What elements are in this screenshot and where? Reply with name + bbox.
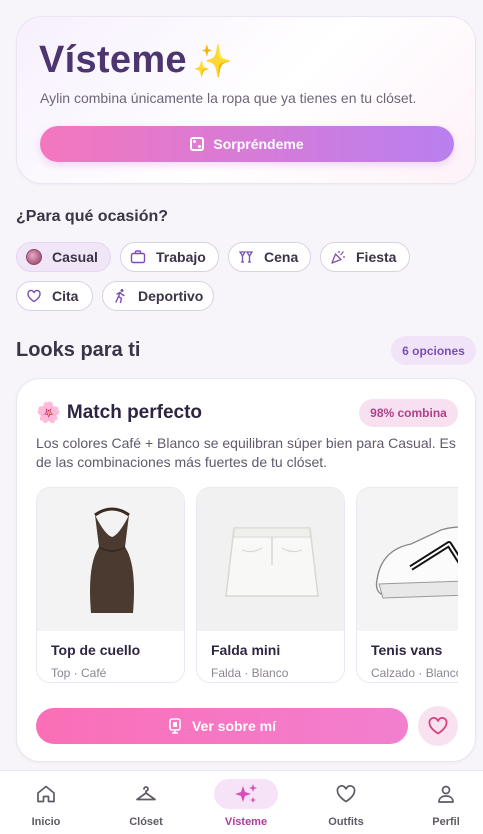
occasion-chip-casual[interactable]: Casual [16, 242, 111, 272]
nav-icon-wrap [114, 779, 178, 809]
nav-icon-wrap [214, 779, 278, 809]
hero-title-text: Vísteme [39, 39, 187, 81]
nav-item-inicio[interactable]: Inicio [0, 771, 94, 834]
nav-icon-wrap [414, 779, 478, 809]
nav-label: Outfits [328, 816, 364, 828]
hero-title: Vísteme ✨ [39, 39, 233, 82]
nav-label: Clóset [129, 816, 163, 828]
item-meta: Calzado · Blanco [371, 666, 458, 680]
chip-label: Cita [52, 288, 79, 304]
running-icon [115, 289, 125, 304]
occasion-chip-deportivo[interactable]: Deportivo [102, 281, 214, 311]
hanger-icon [136, 786, 156, 801]
nav-item-outfits[interactable]: Outfits [298, 771, 394, 834]
heart-icon [336, 785, 356, 803]
chip-label: Deportivo [138, 288, 204, 304]
outfit-item[interactable]: Tenis vans Calzado · Blanco [356, 487, 458, 683]
item-name: Tenis vans [371, 642, 443, 658]
nav-item-perfil[interactable]: Perfil [398, 771, 483, 834]
surprise-me-button[interactable]: Sorpréndeme [40, 126, 454, 162]
occasion-chip-cita[interactable]: Cita [16, 281, 93, 311]
item-meta: Top · Café [51, 666, 107, 680]
hero-subtitle: Aylin combina únicamente la ropa que ya … [40, 90, 417, 106]
chip-label: Fiesta [356, 249, 397, 265]
options-count-badge: 6 opciones [391, 336, 476, 365]
occasion-chip-trabajo[interactable]: Trabajo [120, 242, 219, 272]
sparkles-icon [235, 784, 257, 803]
outfit-item[interactable]: Top de cuello Top · Café [36, 487, 185, 683]
hero-card: Vísteme ✨ Aylin combina únicamente la rop… [16, 16, 476, 184]
bottom-navigation: Inicio Clóset Vísteme Outfits Perfil [0, 770, 483, 834]
dinner-icon [238, 251, 254, 263]
nav-icon-wrap [14, 779, 78, 809]
card-title-text: Match perfecto [66, 401, 203, 423]
outfit-card[interactable]: 🌸 Match perfecto 98% combina Los colores… [16, 378, 476, 762]
nav-label: Inicio [31, 816, 61, 828]
card-title: 🌸 Match perfecto [36, 400, 202, 425]
item-meta: Falda · Blanco [211, 666, 289, 680]
flower-icon: 🌸 [36, 402, 61, 424]
try-on-label: Ver sobre mí [191, 718, 277, 734]
casual-dot-icon [26, 249, 42, 265]
chip-label: Casual [52, 249, 98, 265]
chip-label: Cena [264, 249, 299, 265]
dice-icon [190, 137, 205, 151]
skirt-image [197, 488, 344, 631]
home-icon [37, 785, 55, 803]
favorite-button[interactable] [418, 706, 458, 746]
nav-label: Perfil [432, 816, 460, 828]
looks-title: Looks para ti [16, 339, 141, 361]
nav-item-closet[interactable]: Clóset [98, 771, 194, 834]
party-popper-icon [331, 251, 345, 264]
nav-label: Vísteme [224, 816, 268, 828]
sparkle-icon: ✨ [192, 43, 234, 79]
top-image [37, 488, 184, 631]
try-on-button[interactable]: Ver sobre mí [36, 708, 408, 744]
outfit-items-carousel[interactable]: Top de cuello Top · Café Falda mini Fald… [36, 487, 458, 683]
card-description: Los colores Café + Blanco se equilibran … [36, 435, 456, 470]
nav-icon-wrap [314, 779, 378, 809]
person-icon [438, 785, 454, 803]
nav-item-visteme[interactable]: Vísteme [198, 771, 294, 834]
occasion-question: ¿Para qué ocasión? [16, 208, 169, 225]
heart-icon [428, 717, 448, 735]
occasion-chip-fiesta[interactable]: Fiesta [320, 242, 410, 272]
outfit-item[interactable]: Falda mini Falda · Blanco [196, 487, 345, 683]
briefcase-icon [130, 250, 146, 264]
mirror-icon [169, 718, 181, 734]
heart-icon [27, 289, 41, 303]
item-name: Falda mini [211, 642, 281, 658]
occasion-chip-cena[interactable]: Cena [228, 242, 311, 272]
sneaker-image [357, 488, 458, 631]
match-score-badge: 98% combina [359, 399, 458, 427]
item-name: Top de cuello [51, 642, 141, 658]
chip-label: Trabajo [156, 249, 206, 265]
surprise-me-label: Sorpréndeme [213, 136, 304, 152]
